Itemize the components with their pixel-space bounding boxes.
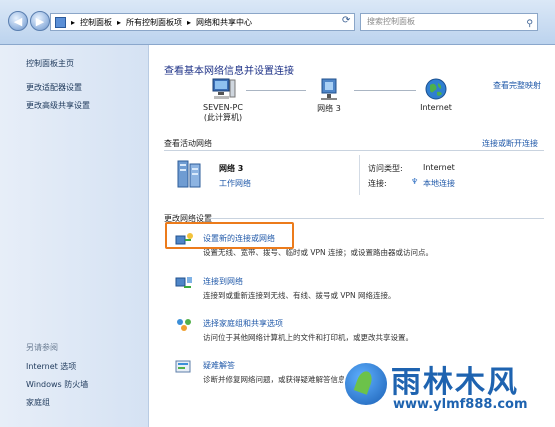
forward-arrow-icon: ▶ xyxy=(35,14,45,28)
sidebar: 控制面板主页 更改适配器设置 更改高级共享设置 另请参阅 Internet 选项… xyxy=(0,45,149,427)
network-name: 网络 3 xyxy=(317,104,341,113)
see-also-heading: 另请参阅 xyxy=(26,343,58,352)
sidebar-item-adapter-settings[interactable]: 更改适配器设置 xyxy=(26,82,82,93)
sidebar-item-homegroup[interactable]: 家庭组 xyxy=(26,397,50,408)
page-title: 查看基本网络信息并设置连接 xyxy=(164,66,294,77)
ethernet-icon: ♆ xyxy=(411,177,419,186)
internet-label: Internet xyxy=(420,103,452,112)
network-building-icon xyxy=(177,160,201,188)
sidebar-item-internet-options[interactable]: Internet 选项 xyxy=(26,361,76,372)
back-button[interactable]: ◀ xyxy=(8,11,28,31)
sidebar-item-control-panel-home[interactable]: 控制面板主页 xyxy=(26,58,74,69)
access-type-label: 访问类型: xyxy=(368,164,403,173)
sidebar-item-advanced-sharing[interactable]: 更改高级共享设置 xyxy=(26,100,90,111)
computer-icon xyxy=(212,78,236,99)
search-placeholder: 搜索控制面板 xyxy=(367,17,415,26)
breadcrumb-item[interactable]: 控制面板 xyxy=(80,17,112,28)
divider xyxy=(164,150,544,151)
connections-label: 连接: xyxy=(368,179,387,188)
task-description: 连接到或重新连接到无线、有线、拨号或 VPN 网络连接。 xyxy=(203,291,396,300)
map-node-internet[interactable]: Internet xyxy=(411,77,461,112)
homegroup-icon xyxy=(177,319,191,331)
refresh-icon[interactable]: ⟳ xyxy=(342,15,350,26)
local-connection-link[interactable]: 本地连接 xyxy=(423,178,455,189)
network-type-link[interactable]: 工作网络 xyxy=(219,178,251,189)
breadcrumb-item[interactable]: 所有控制面板项 xyxy=(126,17,182,28)
map-node-network[interactable]: 网络 3 xyxy=(301,77,357,114)
task-title[interactable]: 连接到网络 xyxy=(203,276,243,287)
connect-disconnect-link[interactable]: 连接或断开连接 xyxy=(482,138,538,149)
breadcrumb-separator-icon: ▸ xyxy=(187,17,192,27)
connect-network-icon xyxy=(175,277,192,288)
task-title[interactable]: 疑难解答 xyxy=(203,360,235,371)
watermark-logo-icon xyxy=(343,361,389,407)
pc-name: SEVEN-PC xyxy=(203,103,243,112)
map-connector-line xyxy=(246,90,306,91)
watermark: 雨林木风 www.ylmf888.com xyxy=(335,345,555,427)
watermark-url: www.ylmf888.com xyxy=(393,397,528,412)
network-icon xyxy=(321,78,337,100)
address-bar[interactable]: ▸ 控制面板 ▸ 所有控制面板项 ▸ 网络和共享中心 xyxy=(50,13,355,31)
task-title[interactable]: 选择家庭组和共享选项 xyxy=(203,318,283,329)
search-icon[interactable]: ⚲ xyxy=(526,16,533,32)
task-description: 访问位于其他网络计算机上的文件和打印机，或更改共享设置。 xyxy=(203,333,413,342)
watermark-brand: 雨林木风 xyxy=(391,365,519,400)
access-type-value: Internet xyxy=(423,163,455,172)
search-input[interactable]: 搜索控制面板 ⚲ xyxy=(360,13,538,31)
troubleshoot-icon xyxy=(175,360,191,373)
breadcrumb-item[interactable]: 网络和共享中心 xyxy=(196,17,252,28)
divider xyxy=(209,218,544,219)
back-arrow-icon: ◀ xyxy=(13,14,23,28)
active-networks-heading: 查看活动网络 xyxy=(164,139,212,148)
breadcrumb-separator-icon: ▸ xyxy=(71,17,76,27)
pc-subtitle: (此计算机) xyxy=(203,113,243,122)
active-network-name: 网络 3 xyxy=(219,164,244,173)
map-node-pc[interactable]: SEVEN-PC (此计算机) xyxy=(193,77,253,123)
view-full-map-link[interactable]: 查看完整映射 xyxy=(493,80,541,91)
breadcrumb-separator-icon: ▸ xyxy=(117,17,122,27)
forward-button[interactable]: ▶ xyxy=(30,11,50,31)
map-connector-line xyxy=(354,90,416,91)
title-bar: ◀ ▶ ▸ 控制面板 ▸ 所有控制面板项 ▸ 网络和共享中心 ⟳ 搜索控制面板 … xyxy=(0,0,555,45)
sidebar-item-windows-firewall[interactable]: Windows 防火墙 xyxy=(26,379,88,390)
control-panel-icon xyxy=(55,16,66,28)
divider xyxy=(359,155,360,195)
task-description: 诊断并修复网络问题，或获得疑难解答信息。 xyxy=(203,375,353,384)
highlight-box xyxy=(165,222,294,249)
globe-icon xyxy=(425,78,447,100)
